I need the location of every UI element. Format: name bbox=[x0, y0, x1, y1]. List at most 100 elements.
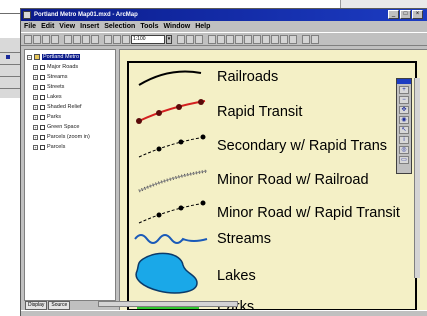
transit-stop-marker bbox=[136, 118, 142, 124]
app-icon bbox=[23, 11, 31, 19]
zoom-in-icon[interactable]: + bbox=[399, 86, 409, 94]
identify-icon[interactable] bbox=[186, 34, 194, 44]
expand-icon[interactable]: + bbox=[33, 74, 38, 80]
layer-checkbox[interactable] bbox=[40, 124, 45, 130]
tools-palette: + − ✥ ◉ ↖ i ◎ ▭ bbox=[396, 78, 412, 174]
map-scale-input[interactable]: 1:100 bbox=[131, 34, 165, 44]
toc-layer[interactable]: + Shaded Relief bbox=[33, 103, 82, 111]
full-extent-icon[interactable]: ◉ bbox=[399, 116, 409, 124]
open-icon[interactable] bbox=[33, 34, 41, 44]
menu-edit[interactable]: Edit bbox=[41, 21, 54, 32]
layer-checkbox[interactable] bbox=[40, 94, 45, 100]
save-icon[interactable] bbox=[42, 34, 50, 44]
layer-checkbox[interactable] bbox=[40, 134, 45, 140]
menu-window[interactable]: Window bbox=[163, 21, 190, 32]
measure-icon[interactable]: ▭ bbox=[399, 156, 409, 164]
toc-layer[interactable]: + Green Space bbox=[33, 123, 79, 131]
toc-layer[interactable]: + Major Roads bbox=[33, 63, 78, 71]
add-data-icon[interactable] bbox=[122, 34, 130, 44]
zoom-whole-page-icon[interactable] bbox=[235, 34, 243, 44]
layout-view[interactable]: Railroads Rapid Transit Secondary w/ Rap… bbox=[119, 49, 427, 315]
legend-label-secondary: Secondary w/ Rapid Trans bbox=[217, 138, 388, 154]
toc-layer[interactable]: + Parcels (zoom in) bbox=[33, 133, 90, 141]
legend-label-minor-transit: Minor Road w/ Rapid Transit bbox=[217, 205, 400, 221]
print-icon[interactable] bbox=[51, 34, 59, 44]
chevron-down-icon[interactable]: ▾ bbox=[166, 34, 172, 44]
zoom-out-icon[interactable]: − bbox=[399, 96, 409, 104]
map-legend: Railroads Rapid Transit Secondary w/ Rap… bbox=[127, 61, 417, 315]
go-back-icon[interactable] bbox=[271, 34, 279, 44]
menu-file[interactable]: File bbox=[24, 21, 36, 32]
identify-tool-icon[interactable]: i bbox=[399, 136, 409, 144]
fixed-zoom-out-icon[interactable] bbox=[262, 34, 270, 44]
status-bar bbox=[21, 310, 427, 316]
copy-icon[interactable] bbox=[73, 34, 81, 44]
layout-zoom-out-icon[interactable] bbox=[217, 34, 225, 44]
legend-label-rapid-transit: Rapid Transit bbox=[217, 104, 303, 120]
toc-layer[interactable]: + Parks bbox=[33, 113, 61, 121]
find-icon[interactable]: ◎ bbox=[399, 146, 409, 154]
expand-icon[interactable]: + bbox=[33, 134, 38, 140]
expand-icon[interactable]: + bbox=[33, 84, 38, 90]
expand-icon[interactable]: + bbox=[33, 124, 38, 130]
legend-label-minor-railroad: Minor Road w/ Railroad bbox=[217, 172, 369, 188]
layer-checkbox[interactable] bbox=[40, 84, 45, 90]
help-icon[interactable] bbox=[195, 34, 203, 44]
editor-icon[interactable] bbox=[177, 34, 185, 44]
zoom-percent-icon[interactable] bbox=[289, 34, 297, 44]
paste-icon[interactable] bbox=[82, 34, 90, 44]
layer-checkbox[interactable] bbox=[40, 74, 45, 80]
minor-road-transit-line-symbol bbox=[138, 202, 206, 224]
focus-frame-icon[interactable] bbox=[311, 34, 319, 44]
menu-help[interactable]: Help bbox=[195, 21, 210, 32]
close-button[interactable]: × bbox=[412, 10, 423, 19]
go-forward-icon[interactable] bbox=[280, 34, 288, 44]
legend-label-streams: Streams bbox=[217, 231, 271, 247]
collapse-icon[interactable]: − bbox=[27, 54, 32, 60]
menu-selection[interactable]: Selection bbox=[104, 21, 135, 32]
toc-layer[interactable]: + Streets bbox=[33, 83, 64, 91]
layout-zoom-in-icon[interactable] bbox=[208, 34, 216, 44]
rapid-transit-line-symbol bbox=[138, 100, 206, 122]
tab-display[interactable]: Display bbox=[25, 301, 48, 310]
layout-pan-icon[interactable] bbox=[226, 34, 234, 44]
layer-checkbox[interactable] bbox=[40, 104, 45, 110]
transit-stop-marker bbox=[198, 99, 204, 105]
toc-layer-label: Parcels bbox=[47, 144, 66, 150]
zoom-100-icon[interactable] bbox=[244, 34, 252, 44]
layer-checkbox[interactable] bbox=[40, 64, 45, 70]
cut-icon[interactable] bbox=[64, 34, 72, 44]
expand-icon[interactable]: + bbox=[33, 64, 38, 70]
delete-icon[interactable] bbox=[91, 34, 99, 44]
toc-data-frame[interactable]: − Portland Metro bbox=[27, 53, 81, 61]
tab-source[interactable]: Source bbox=[48, 301, 71, 310]
toc-layer[interactable]: + Parcels bbox=[33, 143, 65, 151]
transit-stop-marker bbox=[178, 205, 184, 211]
menu-insert[interactable]: Insert bbox=[80, 21, 99, 32]
expand-icon[interactable]: + bbox=[33, 114, 38, 120]
select-elements-icon[interactable]: ↖ bbox=[399, 126, 409, 134]
pan-icon[interactable]: ✥ bbox=[399, 106, 409, 114]
tools-palette-titlebar[interactable] bbox=[397, 79, 411, 84]
vertical-scrollbar[interactable] bbox=[414, 78, 420, 278]
undo-icon[interactable] bbox=[104, 34, 112, 44]
menu-tools[interactable]: Tools bbox=[140, 21, 158, 32]
maximize-button[interactable]: □ bbox=[400, 10, 411, 19]
new-icon[interactable] bbox=[24, 34, 32, 44]
expand-icon[interactable]: + bbox=[33, 94, 38, 100]
fixed-zoom-in-icon[interactable] bbox=[253, 34, 261, 44]
layer-checkbox[interactable] bbox=[40, 144, 45, 150]
toggle-draft-icon[interactable] bbox=[302, 34, 310, 44]
toc-layer[interactable]: + Lakes bbox=[33, 93, 62, 101]
menu-view[interactable]: View bbox=[59, 21, 75, 32]
redo-icon[interactable] bbox=[113, 34, 121, 44]
minimize-button[interactable]: _ bbox=[388, 10, 399, 19]
expand-icon[interactable]: + bbox=[33, 144, 38, 150]
toc-layer[interactable]: + Streams bbox=[33, 73, 67, 81]
transit-stop-marker bbox=[200, 200, 206, 206]
horizontal-scrollbar[interactable] bbox=[98, 301, 238, 307]
menu-bar: File Edit View Insert Selection Tools Wi… bbox=[21, 21, 427, 32]
expand-icon[interactable]: + bbox=[33, 104, 38, 110]
layer-checkbox[interactable] bbox=[40, 114, 45, 120]
transit-stop-marker bbox=[156, 146, 162, 152]
